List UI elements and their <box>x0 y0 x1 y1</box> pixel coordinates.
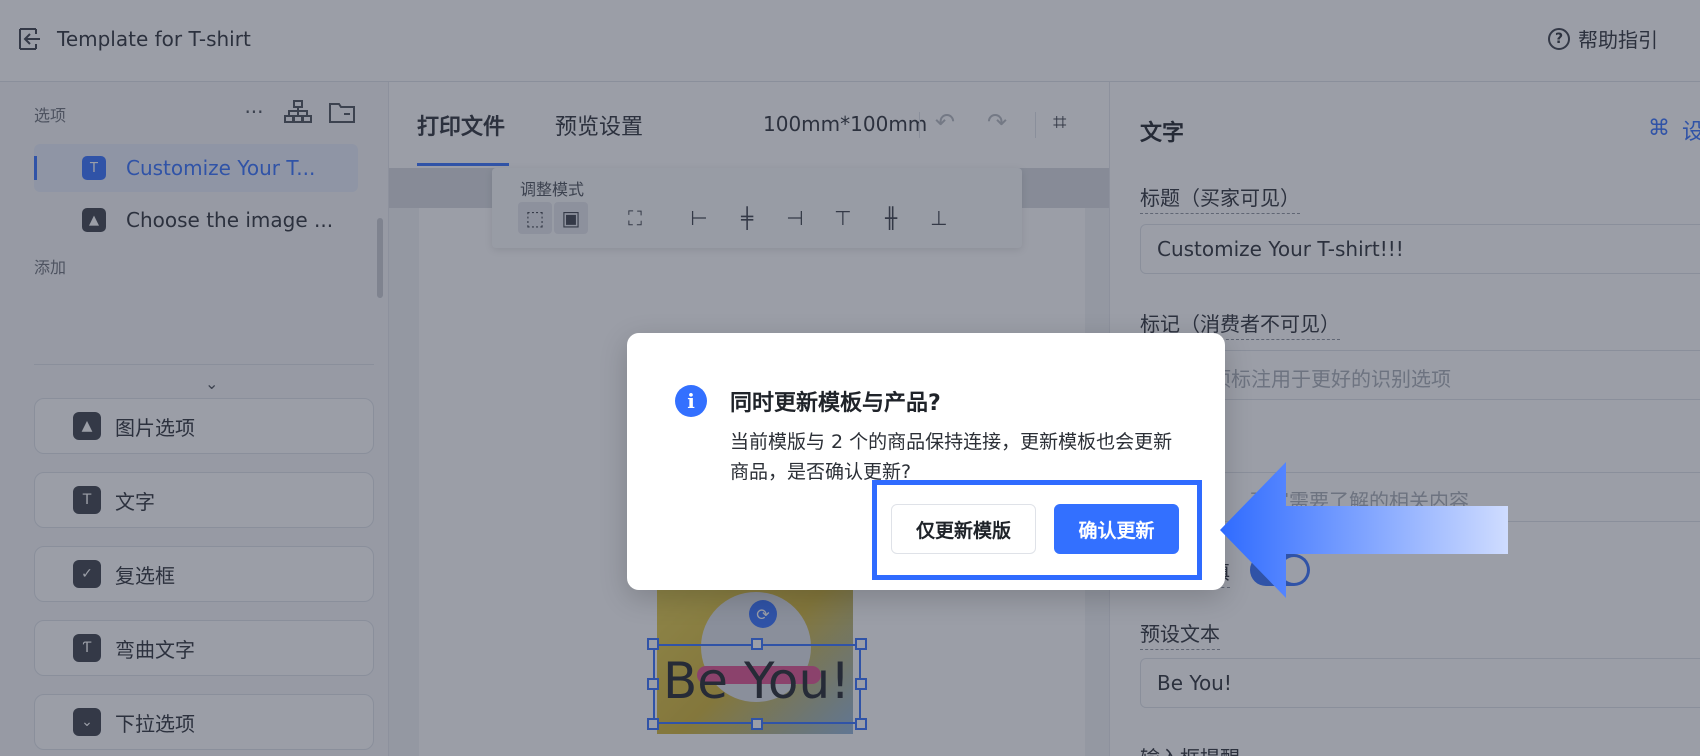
update-template-only-button[interactable]: 仅更新模版 <box>891 504 1036 554</box>
info-icon: i <box>675 385 707 417</box>
dialog-title: 同时更新模板与产品? <box>730 391 941 416</box>
pointer-arrow-icon <box>1220 462 1508 598</box>
confirm-update-button[interactable]: 确认更新 <box>1054 504 1179 554</box>
dialog-message: 当前模版与 2 个的商品保持连接，更新模板也会更新商品，是否确认更新? <box>730 431 1173 483</box>
